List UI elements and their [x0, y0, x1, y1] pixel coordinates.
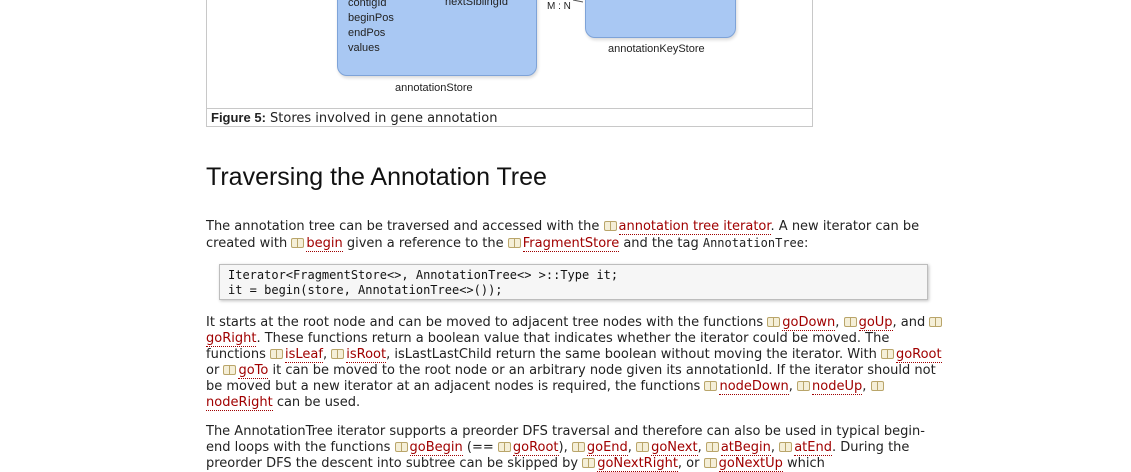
book-icon	[705, 442, 719, 452]
text: ),	[558, 440, 572, 455]
link-goup[interactable]: goUp	[858, 315, 893, 331]
text: It starts at the root node and can be mo…	[206, 315, 768, 330]
text: ,	[862, 379, 871, 394]
book-icon	[929, 317, 943, 327]
paragraph-intro: The annotation tree can be traversed and…	[206, 219, 946, 252]
annotation-key-store-box	[585, 0, 736, 38]
text: ,	[627, 440, 637, 455]
text: ,	[322, 347, 332, 362]
link-isroot[interactable]: isRoot	[346, 347, 387, 363]
text: ,	[788, 379, 798, 394]
caption-divider	[207, 108, 812, 109]
relation-label: M : N	[547, 1, 571, 12]
link-nodedown[interactable]: nodeDown	[719, 379, 789, 395]
book-icon	[394, 442, 408, 452]
link-atbegin[interactable]: atBegin	[720, 440, 771, 456]
text: ,	[835, 315, 844, 330]
book-icon	[797, 381, 811, 391]
field-beginpos: beginPos	[348, 12, 394, 24]
book-icon	[582, 458, 596, 468]
link-noderight[interactable]: nodeRight	[206, 395, 273, 411]
link-begin[interactable]: begin	[306, 236, 343, 252]
book-icon	[603, 221, 617, 231]
link-atend[interactable]: atEnd	[794, 440, 832, 456]
field-contigid: contigId	[348, 0, 387, 9]
book-icon	[331, 349, 345, 359]
paragraph-navigation: It starts at the root node and can be mo…	[206, 315, 946, 411]
code-line-1: Iterator<FragmentStore<>, AnnotationTree…	[228, 268, 619, 282]
link-goroot[interactable]: goRoot	[895, 347, 942, 363]
text: ,	[770, 440, 780, 455]
book-icon	[843, 317, 857, 327]
text: The annotation tree can be traversed and…	[206, 219, 604, 234]
section-heading: Traversing the Annotation Tree	[206, 163, 547, 191]
text: , and	[892, 315, 930, 330]
book-icon	[767, 317, 781, 327]
book-icon	[223, 365, 237, 375]
annotation-key-store-label: annotationKeyStore	[608, 43, 705, 55]
text: which	[782, 456, 825, 471]
code-block: Iterator<FragmentStore<>, AnnotationTree…	[219, 264, 928, 300]
figure-caption: Figure 5: Stores involved in gene annota…	[211, 110, 497, 126]
relation-arrow-icon	[573, 0, 584, 3]
text: or	[206, 363, 224, 378]
book-icon	[507, 238, 521, 248]
link-godown[interactable]: goDown	[782, 315, 836, 331]
text: and the tag	[619, 236, 703, 251]
field-next-sibling-id: nextSiblingId	[445, 0, 508, 8]
field-endpos: endPos	[348, 27, 386, 39]
book-icon	[270, 349, 284, 359]
text: can be used.	[272, 395, 361, 410]
link-goroot-2[interactable]: goRoot	[512, 440, 559, 456]
inline-code-annotationtree: AnnotationTree	[702, 236, 804, 250]
annotation-store-label: annotationStore	[395, 82, 473, 94]
text: :	[804, 236, 809, 251]
book-icon	[497, 442, 511, 452]
link-gonextup[interactable]: goNextUp	[718, 456, 783, 472]
text: , isLastLastChild return the same boolea…	[386, 347, 881, 362]
link-nodeup[interactable]: nodeUp	[812, 379, 863, 395]
link-goto[interactable]: goTo	[238, 363, 269, 379]
book-icon	[779, 442, 793, 452]
field-values: values	[348, 42, 380, 54]
link-goend[interactable]: goEnd	[586, 440, 628, 456]
link-gonextright[interactable]: goNextRight	[597, 456, 678, 472]
caption-prefix: Figure 5:	[211, 110, 266, 125]
figure-5: contigId beginPos endPos values nextSibl…	[206, 0, 813, 127]
link-gonext[interactable]: goNext	[651, 440, 698, 456]
book-icon	[704, 381, 718, 391]
link-goright[interactable]: goRight	[206, 331, 257, 347]
book-icon	[636, 442, 650, 452]
book-icon	[870, 381, 884, 391]
caption-text: Stores involved in gene annotation	[265, 111, 498, 126]
code-line-2: it = begin(store, AnnotationTree<>());	[228, 283, 503, 297]
text: ,	[697, 440, 706, 455]
paragraph-dfs: The AnnotationTree iterator supports a p…	[206, 424, 946, 472]
link-annotation-tree-iterator[interactable]: annotation tree iterator	[618, 219, 771, 235]
link-fragmentstore[interactable]: FragmentStore	[522, 236, 620, 252]
text: (==	[462, 440, 498, 455]
text: given a reference to the	[342, 236, 508, 251]
book-icon	[571, 442, 585, 452]
annotation-store-fields: contigId beginPos endPos values	[348, 0, 394, 56]
text: , or	[677, 456, 704, 471]
book-icon	[703, 458, 717, 468]
book-icon	[880, 349, 894, 359]
link-gobegin[interactable]: goBegin	[409, 440, 463, 456]
link-isleaf[interactable]: isLeaf	[285, 347, 323, 363]
book-icon	[291, 238, 305, 248]
